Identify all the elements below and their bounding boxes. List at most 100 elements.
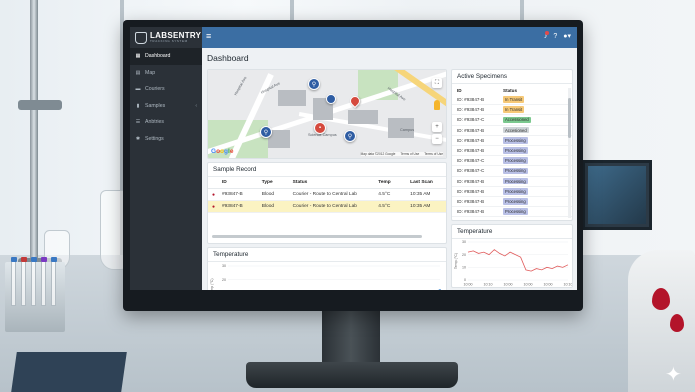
specimen-id: ID: #93847-B <box>457 198 485 204</box>
column-header: ID <box>457 88 462 93</box>
map-street-label: Hospital Ave <box>233 75 248 97</box>
brand-tagline: TRACKING SYSTEM <box>150 39 188 43</box>
specimen-row[interactable]: ID: #93847-B Processing <box>452 187 572 197</box>
column-header: Status <box>503 88 518 93</box>
courier-pin-icon[interactable]: ⚲ <box>260 126 272 138</box>
table-header: ID Type Status Temp Last Scan <box>208 177 446 189</box>
zoom-out-button[interactable]: − <box>432 134 442 144</box>
table-row[interactable]: ● #93847-B Blood Courier - Route to Central… <box>208 201 446 213</box>
y-tick-label: 20 <box>462 253 466 257</box>
y-tick-label: 30 <box>222 264 226 268</box>
sidebar-item-settings[interactable]: ✱ Settings <box>130 131 202 148</box>
specimen-row[interactable]: ID: #93847-B In Transit <box>452 105 572 116</box>
sample-type: Blood <box>261 204 275 209</box>
status-badge: Processing <box>503 167 528 175</box>
temperature-chart: 0102030Temp (°C)10:00 10:10 10:00 10:00 10:0… <box>454 240 573 287</box>
scrollbar[interactable] <box>568 88 571 218</box>
sidebar-item-label: Anbtries <box>145 119 165 126</box>
sidebar-item-dashboard[interactable]: ▦ Dashboard <box>130 48 202 65</box>
status-badge: Accesioned <box>503 126 529 134</box>
temperature-card: Temperature 0 10 20 30 Temp (°C) 10:00 10:10 10… <box>451 224 573 288</box>
x-tick-label: 10:00 <box>464 283 473 287</box>
menu-icon[interactable]: ≡ <box>206 32 211 41</box>
series-line <box>467 249 569 272</box>
sidebar-item-label: Dashboard <box>145 53 171 60</box>
card-title: Temperature <box>452 225 572 239</box>
list-icon: ☰ <box>135 119 141 126</box>
topbar: ≡ ♪ ? ●▾ <box>202 27 577 48</box>
horizontal-scrollbar[interactable] <box>212 235 422 238</box>
gear-icon: ✱ <box>135 135 141 142</box>
page-title: Dashboard <box>207 53 249 63</box>
specimen-row[interactable]: ID: #93847-B Accesioned <box>452 126 572 136</box>
pegman-icon[interactable] <box>434 100 440 110</box>
scrollbar-thumb[interactable] <box>568 98 571 138</box>
sample-temp: 4.5°C <box>378 204 391 209</box>
map-attribution: Map data ©2012 Google <box>360 152 396 156</box>
sample-temp: 4.5°C <box>378 192 391 197</box>
specimen-row[interactable]: ID: #93847-B In Transit <box>452 95 572 106</box>
specimen-row[interactable]: ID: #93847-B Processing <box>452 177 572 187</box>
microscope <box>628 250 695 392</box>
y-tick-label: 20 <box>222 278 226 282</box>
specimen-id: ID: #93847-C <box>457 168 485 174</box>
zoom-in-button[interactable]: + <box>432 122 442 132</box>
map-card[interactable]: Hospital Ave Hospital Ave Hospital Ave S… <box>207 69 447 159</box>
sidebar: LABSENTRY TRACKING SYSTEM ▦ Dashboard ▤ Map… <box>130 27 202 290</box>
column-header: Type <box>261 180 273 185</box>
column-header: Status <box>292 180 308 185</box>
dashboard-icon: ▦ <box>135 53 141 60</box>
status-badge: Processing <box>503 177 528 185</box>
courier-pin-icon[interactable]: ⚲ <box>308 78 320 90</box>
specimen-id: ID: #93847-C <box>457 158 485 164</box>
x-tick-label: 10:00 <box>544 283 553 287</box>
help-icon[interactable]: ? <box>553 33 557 40</box>
clipboard <box>11 352 127 392</box>
specimen-row[interactable]: ID: #93847-B Processing <box>452 197 572 208</box>
specimen-id: ID: #93847-B <box>457 209 485 215</box>
sample-last-scan: 10:35 AM <box>410 204 431 209</box>
google-logo: Google <box>211 148 234 155</box>
data-point <box>439 289 441 290</box>
specimen-id: ID: #93847-B <box>457 148 485 154</box>
sidebar-item-couriers[interactable]: ▬ Couriers <box>130 81 202 98</box>
sidebar-item-map[interactable]: ▤ Map <box>130 65 202 82</box>
status-badge: Processing <box>503 147 528 154</box>
specimen-row[interactable]: ID: #93847-B Processing <box>452 136 572 146</box>
courier-vehicle-icon[interactable]: ▪ <box>314 122 326 134</box>
terms-link[interactable]: Terms of Use <box>424 152 443 156</box>
flask-logo-icon <box>135 31 147 44</box>
test-tube-icon: ▮ <box>136 102 140 109</box>
table-row[interactable]: ● #93847-B Blood Courier - Route to Central… <box>208 189 446 201</box>
bell-icon[interactable]: ♪ <box>544 30 550 40</box>
courier-pin-icon[interactable]: ⚲ <box>344 130 356 142</box>
brand[interactable]: LABSENTRY TRACKING SYSTEM <box>130 27 202 48</box>
sample-record-card: Sample Record ID Type Status Temp Last S… <box>207 162 447 244</box>
sparkle-icon: ✦ <box>665 364 682 386</box>
user-icon[interactable]: ●▾ <box>563 32 571 40</box>
specimen-row[interactable]: ID: #93847-B Processing <box>452 146 572 157</box>
sidebar-item-samples[interactable]: ▮ Samples ‹ <box>130 98 202 115</box>
y-tick-label: 10 <box>462 266 466 270</box>
specimen-id: ID: #93847-B <box>457 178 485 184</box>
sample-id: #93847-B <box>221 204 243 209</box>
sidebar-item-label: Settings <box>145 135 164 142</box>
status-badge: Processing <box>503 157 528 165</box>
specimen-row[interactable]: ID: #93847-C Processing <box>452 156 572 167</box>
specimen-row[interactable]: ID: #93847-C Processing <box>452 166 572 177</box>
status-badge: In Transit <box>503 96 525 103</box>
courier-pin-icon[interactable] <box>326 94 336 104</box>
map-view[interactable]: Hospital Ave Hospital Ave Hospital Ave S… <box>208 70 446 158</box>
specimen-row[interactable]: ID: #93847-C Accessioned <box>452 115 572 126</box>
map-footer: Map data ©2012 Google Terms of Use Terms… <box>360 152 443 156</box>
sample-type: Blood <box>261 192 275 197</box>
status-badge: Processing <box>503 187 528 195</box>
sample-status: Courier - Route to Central Lab <box>292 204 357 209</box>
terms-link[interactable]: Terms of Use <box>400 152 419 156</box>
sidebar-item-anbtries[interactable]: ☰ Anbtries <box>130 114 202 131</box>
fullscreen-icon[interactable]: ⛶ <box>432 78 442 88</box>
specimen-row[interactable]: ID: #93847-B Processing <box>452 207 572 218</box>
blood-drop-icon: ● <box>212 191 216 198</box>
status-badge: Processing <box>503 208 528 215</box>
status-badge: In Transit <box>503 106 525 114</box>
